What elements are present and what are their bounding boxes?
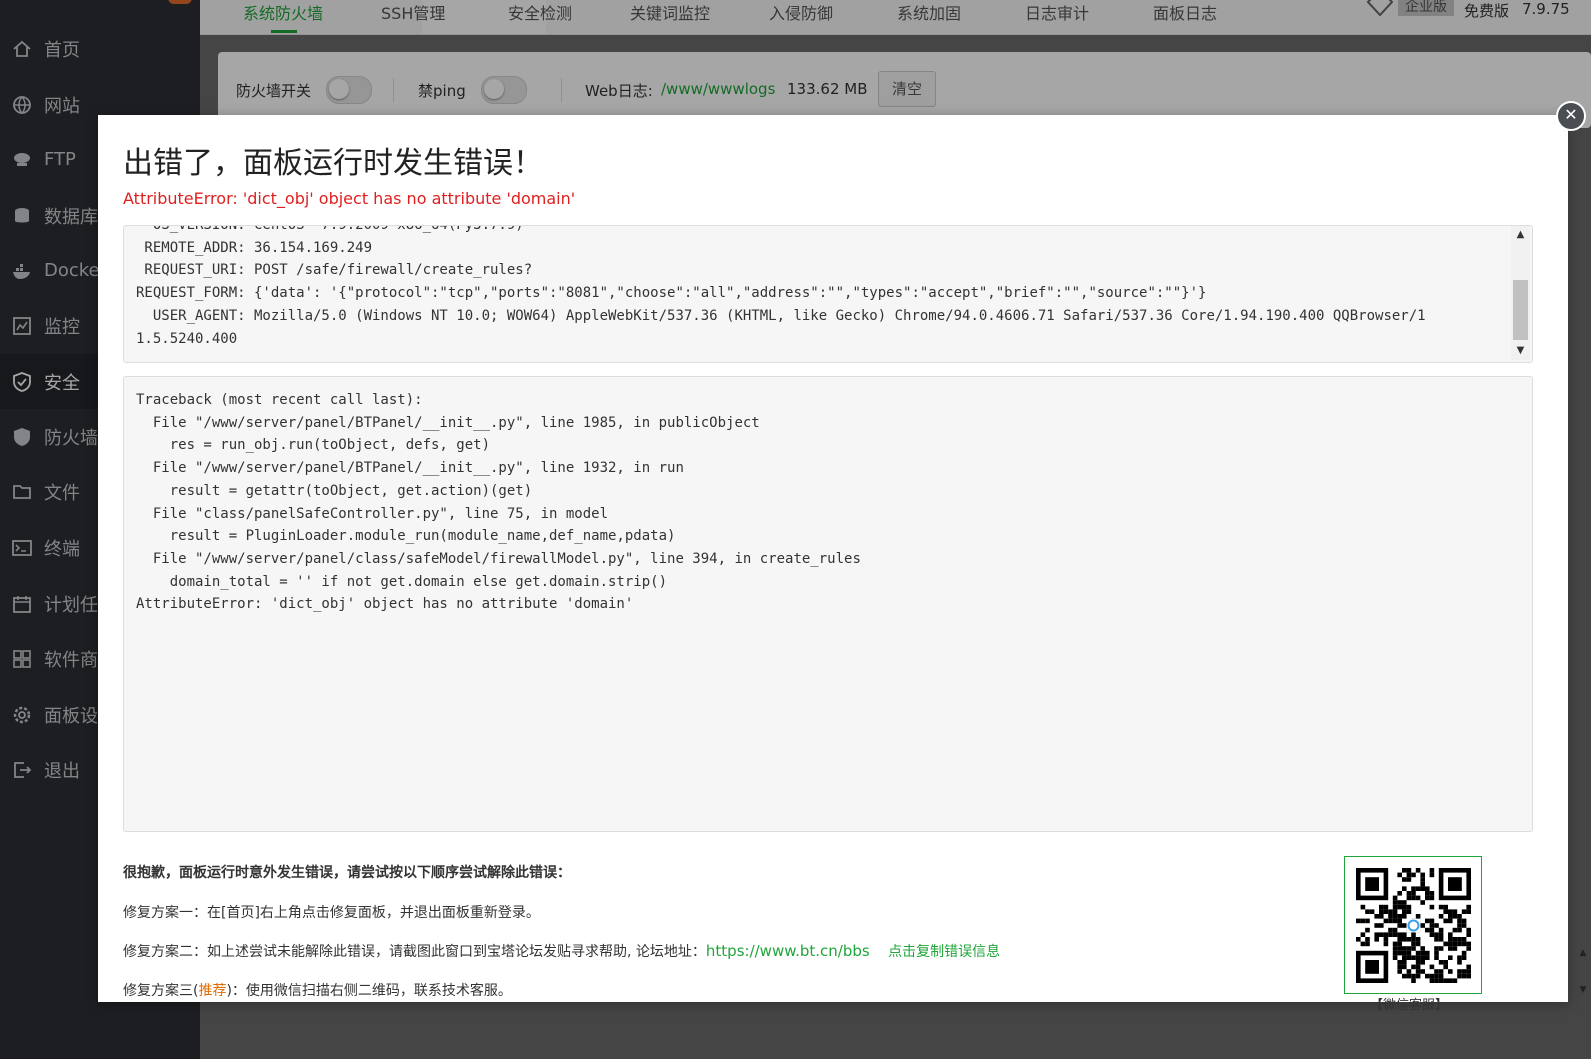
page-scrollbar[interactable]: ▲ ▼ — [1575, 0, 1591, 1059]
fix-option-3: 修复方案三(推荐)：使用微信扫描右侧二维码，联系技术客服。 — [123, 983, 512, 999]
recommend-tag: 推荐 — [198, 983, 227, 999]
fix-option-1: 修复方案一：在[首页]右上角点击修复面板，并退出面板重新登录。 — [123, 905, 540, 921]
request-info-box[interactable]: OS_VERSION: CentOS 7.9.2009 x86_64(Py3.7… — [123, 225, 1533, 363]
error-message: AttributeError: 'dict_obj' object has no… — [123, 189, 576, 208]
traceback-text: Traceback (most recent call last): File … — [136, 392, 861, 613]
forum-link[interactable]: https://www.bt.cn/bbs — [706, 942, 870, 960]
request-info-scrollbar[interactable]: ▲ ▼ — [1511, 226, 1530, 360]
wechat-qr-code — [1344, 856, 1482, 994]
error-title: 出错了，面板运行时发生错误！ — [123, 146, 543, 181]
copy-error-link[interactable]: 点击复制错误信息 — [888, 944, 1000, 960]
qr-caption: 【微信客服】 — [1370, 998, 1449, 1013]
traceback-box[interactable]: Traceback (most recent call last): File … — [123, 376, 1533, 832]
request-info-text: OS_VERSION: CentOS 7.9.2009 x86_64(Py3.7… — [136, 225, 1426, 347]
fix-option-2: 修复方案二：如上述尝试未能解除此错误，请截图此窗口到宝塔论坛发贴寻求帮助, 论坛… — [123, 942, 1001, 960]
help-intro: 很抱歉，面板运行时意外发生错误，请尝试按以下顺序尝试解除此错误： — [123, 865, 571, 881]
